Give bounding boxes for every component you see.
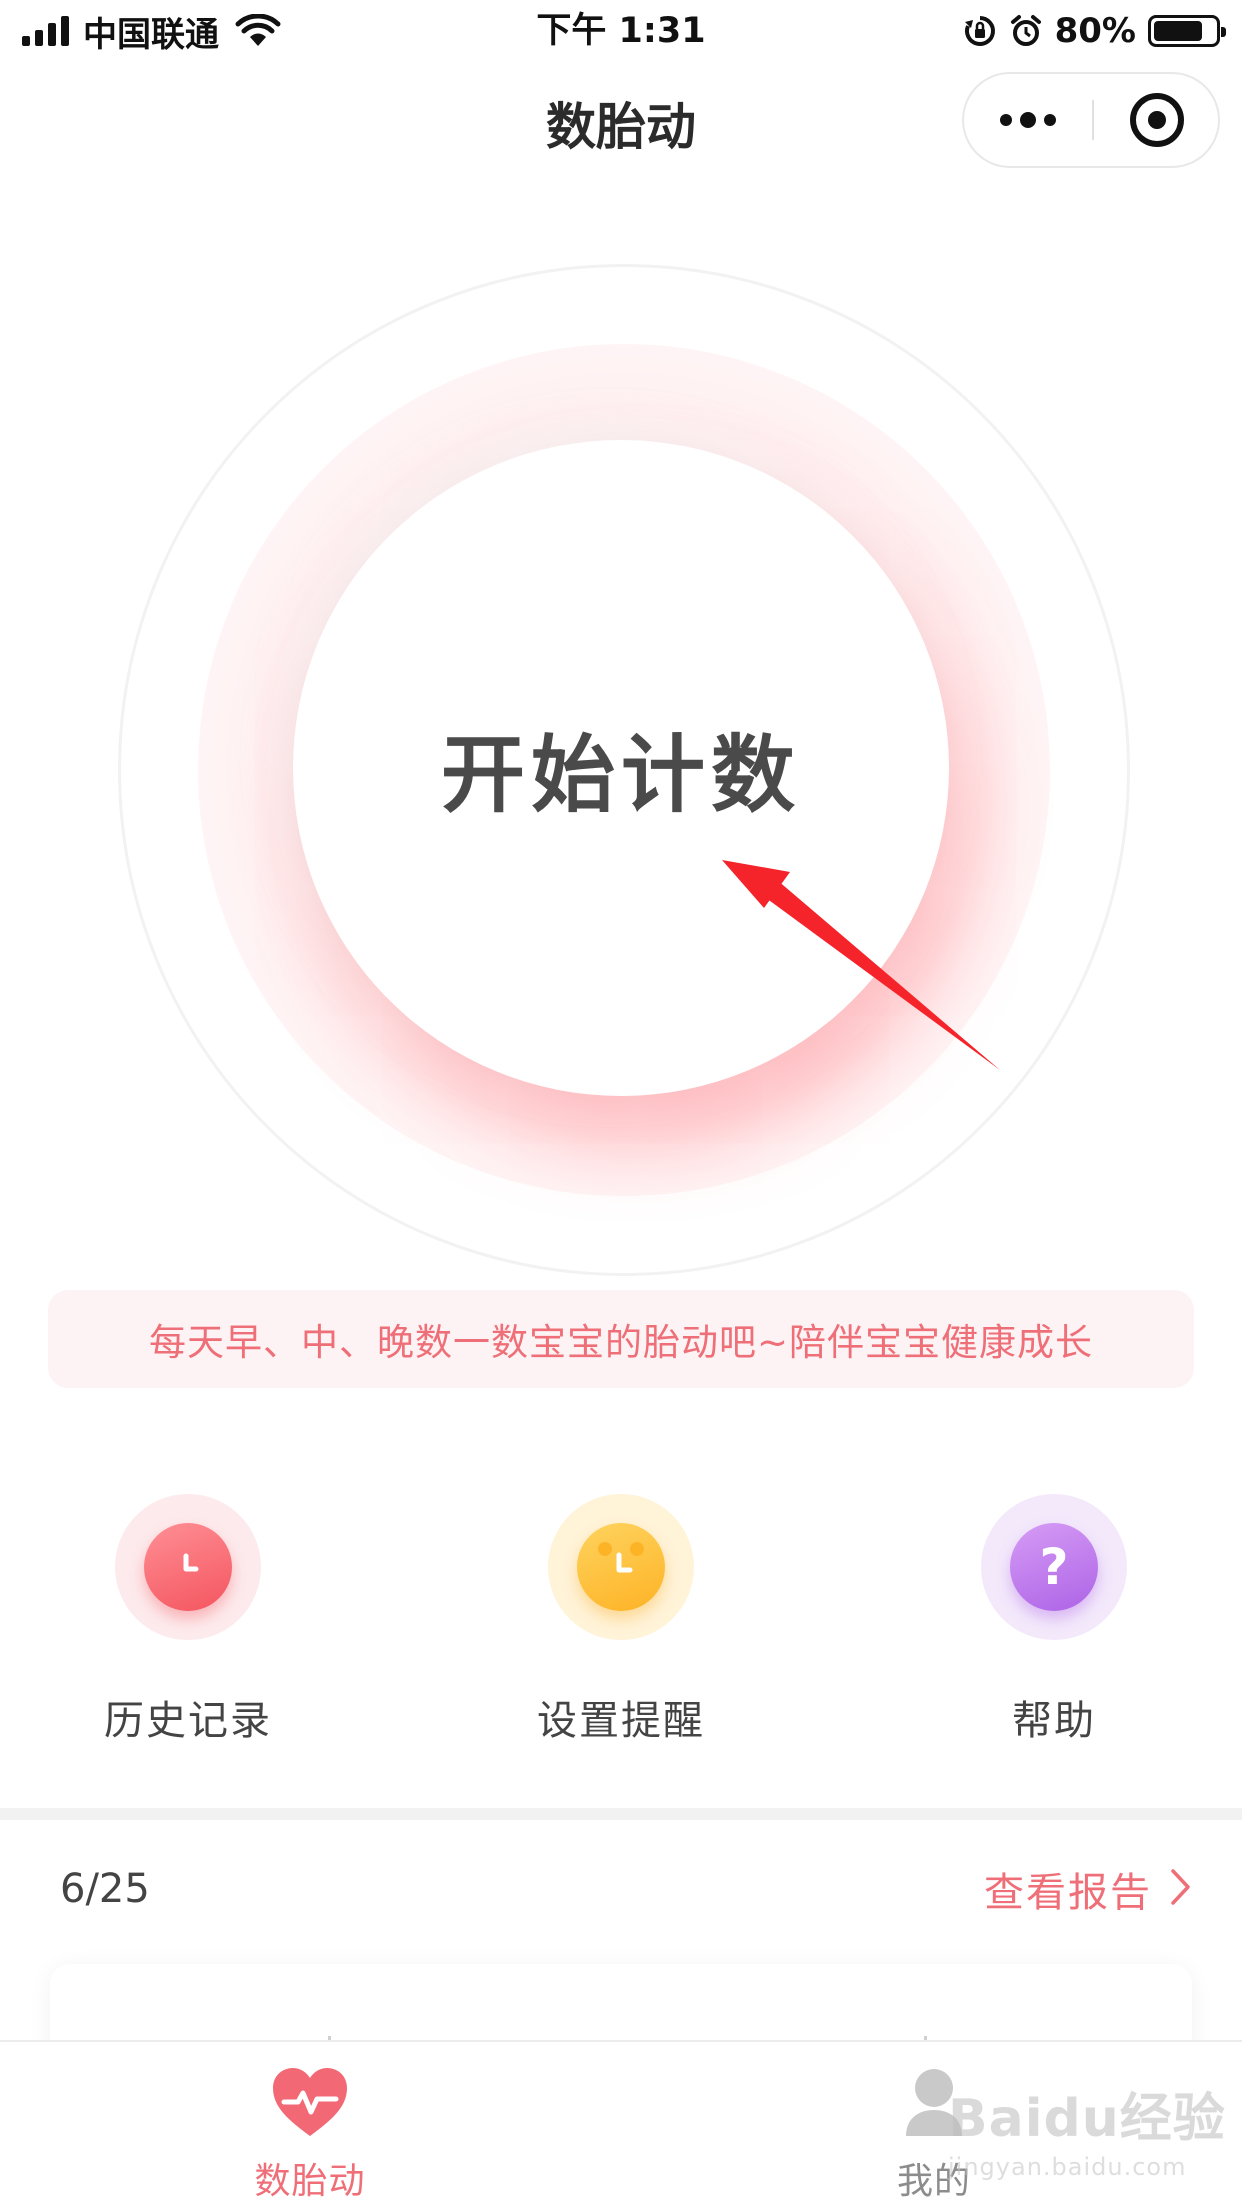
battery-percent: 80% — [1054, 11, 1136, 51]
watermark-url: jingyan.baidu.com — [948, 2153, 1187, 2181]
clock-icon — [144, 1523, 232, 1611]
help-label: 帮助 — [1012, 1698, 1096, 1744]
tip-banner: 每天早、中、晚数一数宝宝的胎动吧~陪伴宝宝健康成长 — [48, 1290, 1194, 1388]
mini-program-capsule — [962, 72, 1220, 168]
alarm-clock-icon — [577, 1523, 665, 1611]
baidu-watermark: Baidu经验 jingyan.baidu.com — [948, 2076, 1226, 2181]
start-count-label: 开始计数 — [440, 725, 801, 824]
alarm-icon — [1009, 14, 1043, 48]
history-shortcut[interactable]: 历史记录 — [38, 1494, 338, 1754]
battery-fill — [1154, 21, 1202, 41]
battery-icon — [1148, 15, 1226, 47]
start-count-button[interactable]: 开始计数 — [293, 440, 949, 1096]
tip-text: 每天早、中、晚数一数宝宝的胎动吧~陪伴宝宝健康成长 — [148, 1321, 1093, 1364]
reminder-shortcut[interactable]: 设置提醒 — [471, 1494, 771, 1754]
tab-fetal-count[interactable]: 数胎动 — [180, 2062, 440, 2202]
watermark-brand: Baidu经验 — [948, 2089, 1226, 2149]
tab-fetal-count-label: 数胎动 — [254, 2161, 366, 2202]
more-button[interactable] — [964, 74, 1092, 166]
more-dot-icon — [1044, 114, 1056, 126]
view-report-link[interactable]: 查看报告 — [984, 1860, 1192, 1918]
heart-pulse-icon — [270, 2062, 350, 2142]
section-separator — [0, 1808, 1242, 1820]
question-icon: ? — [1010, 1523, 1098, 1611]
reminder-label: 设置提醒 — [537, 1698, 705, 1744]
chevron-right-icon — [1170, 1868, 1192, 1910]
more-dot-icon — [1000, 114, 1012, 126]
help-shortcut[interactable]: ? 帮助 — [904, 1494, 1204, 1754]
close-mini-program-button[interactable] — [1094, 74, 1220, 166]
status-bar: 中国联通 下午 1:31 80% — [0, 0, 1242, 62]
rotation-lock-icon — [963, 14, 997, 48]
status-right: 80% — [963, 8, 1226, 54]
history-label: 历史记录 — [104, 1698, 272, 1744]
summary-date: 6/25 — [60, 1866, 150, 1912]
view-report-label: 查看报告 — [984, 1870, 1152, 1916]
more-dot-icon — [1020, 112, 1036, 128]
target-icon — [1130, 93, 1184, 147]
